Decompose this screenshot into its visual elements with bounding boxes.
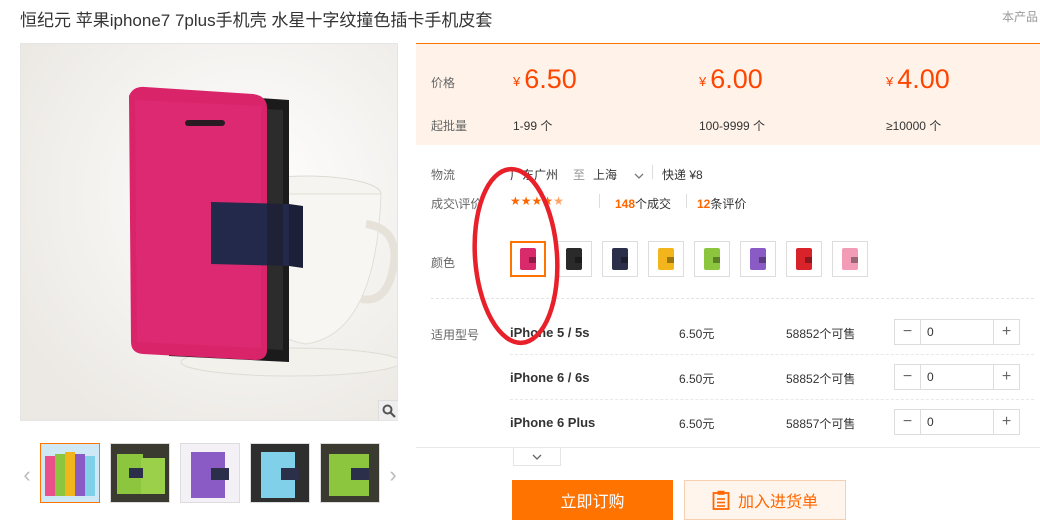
thumbnail-3[interactable]	[180, 443, 240, 503]
star-rating: ★★★★★	[510, 194, 564, 208]
color-swatch-navy[interactable]	[602, 241, 638, 277]
price-label: 价格	[431, 76, 456, 90]
tier-price-3: ¥4.00	[886, 64, 950, 94]
plus-button[interactable]: +	[993, 365, 1019, 389]
thumbnail-image	[251, 444, 309, 502]
thumbnail-5[interactable]	[320, 443, 380, 503]
section-divider	[431, 298, 1034, 299]
thumbnail-image	[181, 444, 239, 502]
row-divider	[510, 399, 1034, 400]
product-title: 恒纪元 苹果iphone7 7plus手机壳 水星十字纹撞色插卡手机皮套	[20, 11, 493, 30]
thumbnail-4[interactable]	[250, 443, 310, 503]
models-bottom-border	[416, 447, 1040, 448]
destination-select[interactable]: 上海	[593, 166, 644, 183]
divider	[599, 194, 600, 208]
model-name: iPhone 6 Plus	[510, 415, 596, 430]
origin-city: 广东广州	[510, 168, 559, 182]
row-divider	[510, 354, 1034, 355]
quantity-stepper[interactable]: − +	[894, 319, 1020, 345]
model-price: 6.50元	[679, 327, 715, 341]
color-swatch-red[interactable]	[786, 241, 822, 277]
color-swatch-black[interactable]	[556, 241, 592, 277]
add-to-cart-button[interactable]: 加入进货单	[684, 480, 846, 520]
minus-button[interactable]: −	[895, 365, 921, 389]
plus-button[interactable]: +	[993, 320, 1019, 344]
color-swatch-yellow[interactable]	[648, 241, 684, 277]
tier-price-2: ¥6.00	[699, 64, 763, 94]
minus-button[interactable]: −	[895, 320, 921, 344]
divider	[686, 194, 687, 208]
model-stock: 58857个可售	[786, 417, 856, 431]
color-swatch-purple[interactable]	[740, 241, 776, 277]
star-icon: ★	[510, 194, 521, 208]
color-swatch-rose[interactable]	[510, 241, 546, 277]
model-stock: 58852个可售	[786, 327, 856, 341]
divider	[652, 165, 653, 179]
quantity-input[interactable]	[921, 320, 993, 344]
model-stock: 58852个可售	[786, 372, 856, 386]
magnifier-icon	[382, 404, 396, 418]
color-label: 颜色	[431, 256, 456, 270]
model-price: 6.50元	[679, 417, 715, 431]
phone-case-illustration	[21, 44, 397, 420]
logistics-label: 物流	[431, 168, 456, 182]
thumbnail-1[interactable]	[40, 443, 100, 503]
rating-label: 成交\评价	[431, 197, 483, 211]
price-box: 价格 起批量 ¥6.50 1-99 个 ¥6.00 100-9999 个 ¥4.…	[416, 43, 1040, 145]
expand-models-button[interactable]	[513, 448, 561, 466]
model-price: 6.50元	[679, 372, 715, 386]
thumbnail-image	[41, 444, 99, 502]
main-product-image[interactable]	[20, 43, 398, 421]
moq-label: 起批量	[431, 119, 468, 133]
to-text: 至	[573, 168, 586, 182]
buy-now-button[interactable]: 立即订购	[512, 480, 673, 520]
zoom-button[interactable]	[378, 400, 398, 420]
thumb-next-arrow[interactable]: ›	[386, 462, 400, 488]
tier-qty-2: 100-9999 个	[699, 119, 766, 133]
quantity-input[interactable]	[921, 410, 993, 434]
star-icon: ★	[520, 194, 532, 208]
minus-button[interactable]: −	[895, 410, 921, 434]
reviews-count[interactable]: 12条评价	[697, 195, 746, 212]
deals-count[interactable]: 148个成交	[615, 195, 671, 212]
shipping-fee: 快递 ¥8	[662, 168, 703, 182]
plus-button[interactable]: +	[993, 410, 1019, 434]
quantity-stepper[interactable]: − +	[894, 409, 1020, 435]
thumbnail-image	[111, 444, 169, 502]
clipboard-icon	[712, 490, 730, 510]
star-icon: ★	[542, 194, 554, 208]
tier-qty-1: 1-99 个	[513, 119, 553, 133]
half-star-icon: ★	[553, 194, 564, 208]
top-link[interactable]: 本产品	[1002, 8, 1038, 25]
chevron-down-icon	[532, 454, 542, 460]
star-icon: ★	[531, 194, 543, 208]
thumbnail-2[interactable]	[110, 443, 170, 503]
thumbnail-image	[321, 444, 379, 502]
tier-qty-3: ≥10000 个	[886, 119, 942, 133]
model-label: 适用型号	[431, 328, 480, 342]
model-name: iPhone 6 / 6s	[510, 370, 590, 385]
chevron-down-icon	[634, 173, 644, 179]
color-swatch-pink[interactable]	[832, 241, 868, 277]
model-name: iPhone 5 / 5s	[510, 325, 590, 340]
thumb-prev-arrow[interactable]: ‹	[20, 462, 34, 488]
color-swatch-green[interactable]	[694, 241, 730, 277]
quantity-input[interactable]	[921, 365, 993, 389]
tier-price-1: ¥6.50	[513, 64, 577, 94]
quantity-stepper[interactable]: − +	[894, 364, 1020, 390]
